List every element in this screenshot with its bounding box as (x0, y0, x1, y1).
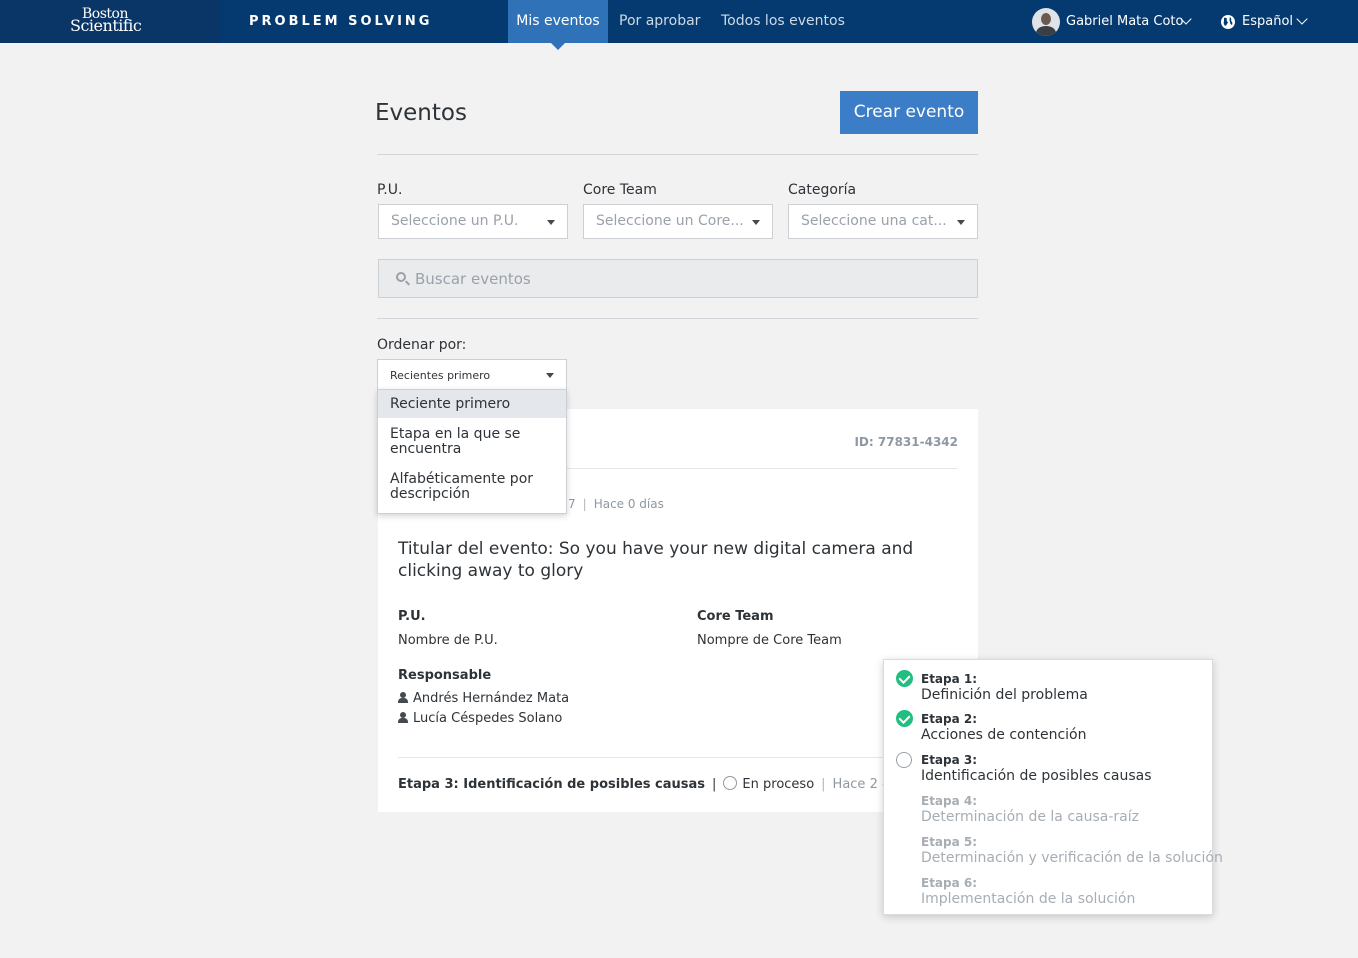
user-name: Gabriel Mata Coto (1066, 14, 1184, 29)
stage-item: Etapa 1: Definición del problema (921, 672, 1088, 703)
pu-filter-label: P.U. (377, 182, 403, 198)
boston-scientific-logo[interactable]: Boston Scientific (0, 0, 220, 43)
language-name: Español (1242, 14, 1294, 29)
dropdown-arrow-icon (546, 373, 554, 378)
pu-value: Nombre de P.U. (398, 633, 498, 648)
user-icon (398, 692, 408, 703)
divider (398, 757, 958, 758)
tab-label: Todos los eventos (721, 13, 845, 29)
stage-item: Etapa 6: Implementación de la solución (921, 876, 1136, 907)
stage-item: Etapa 4: Determinación de la causa-raíz (921, 794, 1139, 825)
sort-option-recent[interactable]: Reciente primero (378, 390, 566, 418)
active-tab-caret (551, 43, 565, 50)
event-stage-row[interactable]: Etapa 3: Identificación de posibles caus… (398, 776, 902, 792)
app-title: PROBLEM SOLVING (249, 14, 433, 29)
check-circle-icon (896, 670, 913, 687)
create-event-button[interactable]: Crear evento (840, 91, 978, 134)
pu-select-placeholder: Seleccione un P.U. (391, 213, 519, 229)
sort-select[interactable]: Recientes primero (377, 359, 567, 389)
divider (377, 154, 978, 155)
user-menu[interactable]: Gabriel Mata Coto (1032, 8, 1192, 36)
current-stage-label: Etapa 3: Identificación de posibles caus… (398, 777, 706, 792)
responsable-item: Lucía Céspedes Solano (398, 711, 562, 726)
tab-todos-los-eventos[interactable]: Todos los eventos (721, 0, 845, 43)
in-progress-icon (723, 776, 738, 790)
logo-line-2: Scientific (70, 16, 142, 35)
divider (377, 318, 978, 319)
sort-label: Ordenar por: (377, 337, 467, 353)
core-team-select[interactable]: Seleccione un Core... (583, 204, 773, 239)
responsable-heading: Responsable (398, 668, 492, 683)
event-id: ID: 77831-4342 (854, 435, 958, 449)
search-placeholder: Buscar eventos (415, 270, 531, 288)
stages-popover: Etapa 1: Definición del problema Etapa 2:… (883, 659, 1223, 915)
tab-label: Mis eventos (516, 13, 600, 29)
page-title: Eventos (375, 100, 467, 126)
stage-status: En proceso (742, 777, 815, 792)
stage-item: Etapa 2: Acciones de contención (921, 712, 1087, 743)
language-menu[interactable]: Español (1220, 8, 1310, 36)
search-input[interactable]: Buscar eventos (378, 259, 978, 298)
tab-por-aprobar[interactable]: Por aprobar (619, 0, 700, 43)
empty-circle-icon (896, 752, 912, 768)
sort-options-menu: Reciente primero Etapa en la que se encu… (377, 389, 567, 514)
event-meta-fragment: 7 (568, 497, 576, 511)
tab-label: Por aprobar (619, 13, 701, 29)
stage-item: Etapa 5: Determinación y verificación de … (921, 835, 1223, 866)
category-select[interactable]: Seleccione una cat... (788, 204, 978, 239)
tab-mis-eventos[interactable]: Mis eventos (508, 0, 608, 50)
core-team-heading: Core Team (697, 609, 774, 624)
pu-heading: P.U. (398, 609, 426, 624)
core-team-filter-label: Core Team (583, 182, 657, 198)
event-meta: 7 | Hace 0 días (568, 497, 664, 511)
category-filter-label: Categoría (788, 182, 857, 198)
user-icon (398, 712, 408, 723)
pu-select[interactable]: Seleccione un P.U. (378, 204, 568, 239)
search-icon (396, 272, 406, 282)
dropdown-arrow-icon (752, 220, 760, 225)
stage-item: Etapa 3: Identificación de posibles causa… (921, 753, 1152, 784)
event-title[interactable]: Titular del evento: So you have your new… (398, 538, 938, 582)
core-team-select-placeholder: Seleccione un Core... (596, 213, 744, 229)
chevron-down-icon (1296, 13, 1308, 25)
avatar (1032, 8, 1060, 36)
sort-option-stage[interactable]: Etapa en la que se encuentra (378, 427, 566, 457)
top-navbar: Boston Scientific PROBLEM SOLVING Mis ev… (0, 0, 1358, 50)
sort-option-alphabetical[interactable]: Alfabéticamente por descripción (378, 472, 566, 502)
event-created-ago: Hace 0 días (593, 497, 664, 511)
sort-selected-value: Recientes primero (390, 369, 491, 382)
dropdown-arrow-icon (547, 220, 555, 225)
globe-icon (1221, 15, 1235, 29)
core-team-value: Nompre de Core Team (697, 633, 842, 648)
category-select-placeholder: Seleccione una cat... (801, 213, 947, 229)
check-circle-icon (896, 710, 913, 727)
dropdown-arrow-icon (957, 220, 965, 225)
responsable-item: Andrés Hernández Mata (398, 691, 569, 706)
